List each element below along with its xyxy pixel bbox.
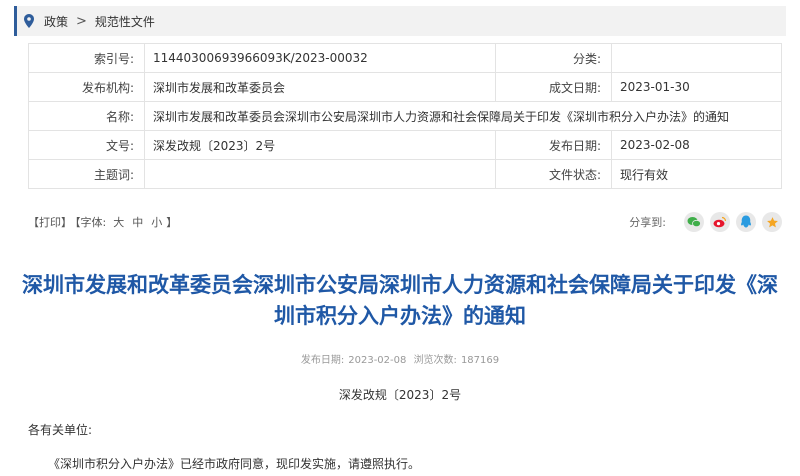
font-medium-button[interactable]: 中 <box>132 216 143 229</box>
status-value: 现行有效 <box>611 159 782 189</box>
share-wechat-button[interactable] <box>684 212 704 232</box>
article-title: 深圳市发展和改革委员会深圳市公安局深圳市人力资源和社会保障局关于印发《深圳市积分… <box>22 273 778 328</box>
article-paragraph: 《深圳市积分入户办法》已经市政府同意，现印发实施，请遵照执行。 <box>48 457 421 471</box>
font-large-button[interactable]: 大 <box>113 216 124 229</box>
publish-date-meta-value: 2023-02-08 <box>348 355 407 366</box>
views-count: 187169 <box>460 355 500 366</box>
written-date-value: 2023-01-30 <box>611 72 782 102</box>
publish-date-meta-label: 发布日期: <box>300 355 345 366</box>
publisher-value: 深圳市发展和改革委员会 <box>144 72 496 102</box>
doc-number-label: 文号: <box>28 130 145 160</box>
font-size-label: 【字体: <box>75 216 107 229</box>
article-meta: 发布日期: 2023-02-08 浏览次数: 187169 <box>0 351 800 366</box>
category-value <box>611 43 782 73</box>
print-button[interactable]: 【打印】 <box>28 216 72 229</box>
article-tools: 【打印】 【字体: 大中小】 分享到: <box>28 209 782 235</box>
document-info-table: 索引号: 11440300693966093K/2023-00032 分类: 发… <box>28 43 782 189</box>
location-pin-icon <box>24 14 34 28</box>
table-row: 名称: 深圳市发展和改革委员会深圳市公安局深圳市人力资源和社会保障局关于印发《深… <box>28 101 782 131</box>
article-salutation: 各有关单位: <box>28 423 93 437</box>
star-icon <box>766 216 778 227</box>
share-weibo-button[interactable] <box>710 212 730 232</box>
table-row: 发布机构: 深圳市发展和改革委员会 成文日期: 2023-01-30 <box>28 72 782 102</box>
share-favorite-button[interactable] <box>762 212 782 232</box>
table-row: 文号: 深发改规〔2023〕2号 发布日期: 2023-02-08 <box>28 130 782 160</box>
breadcrumb-separator: > <box>76 13 87 29</box>
breadcrumb-item-policy[interactable]: 政策 <box>44 13 68 30</box>
qzone-icon <box>741 215 751 228</box>
weibo-icon <box>713 216 727 228</box>
share-bar: 分享到: <box>629 212 782 232</box>
name-label: 名称: <box>28 101 145 131</box>
doc-number-value: 深发改规〔2023〕2号 <box>144 130 496 160</box>
written-date-label: 成文日期: <box>495 72 612 102</box>
article-doc-number: 深发改规〔2023〕2号 <box>338 388 462 402</box>
publish-date-label: 发布日期: <box>495 130 612 160</box>
views-label: 浏览次数: <box>413 355 457 366</box>
category-label: 分类: <box>495 43 612 73</box>
index-label: 索引号: <box>28 43 145 73</box>
name-value: 深圳市发展和改革委员会深圳市公安局深圳市人力资源和社会保障局关于印发《深圳市积分… <box>144 101 782 131</box>
print-font-tools: 【打印】 【字体: 大中小】 <box>28 214 180 230</box>
font-small-button[interactable]: 小 <box>151 216 162 229</box>
wechat-icon <box>687 217 701 228</box>
publisher-label: 发布机构: <box>28 72 145 102</box>
font-size-close: 】 <box>166 216 178 229</box>
breadcrumb: 政策 > 规范性文件 <box>14 6 786 36</box>
index-value: 11440300693966093K/2023-00032 <box>144 43 496 73</box>
breadcrumb-item-normative-documents[interactable]: 规范性文件 <box>95 13 155 30</box>
publish-date-value: 2023-02-08 <box>611 130 782 160</box>
status-label: 文件状态: <box>495 159 612 189</box>
share-label: 分享到: <box>629 216 666 229</box>
table-row: 索引号: 11440300693966093K/2023-00032 分类: <box>28 43 782 73</box>
share-qzone-button[interactable] <box>736 212 756 232</box>
table-row: 主题词: 文件状态: 现行有效 <box>28 159 782 189</box>
subject-value <box>144 159 496 189</box>
subject-label: 主题词: <box>28 159 145 189</box>
